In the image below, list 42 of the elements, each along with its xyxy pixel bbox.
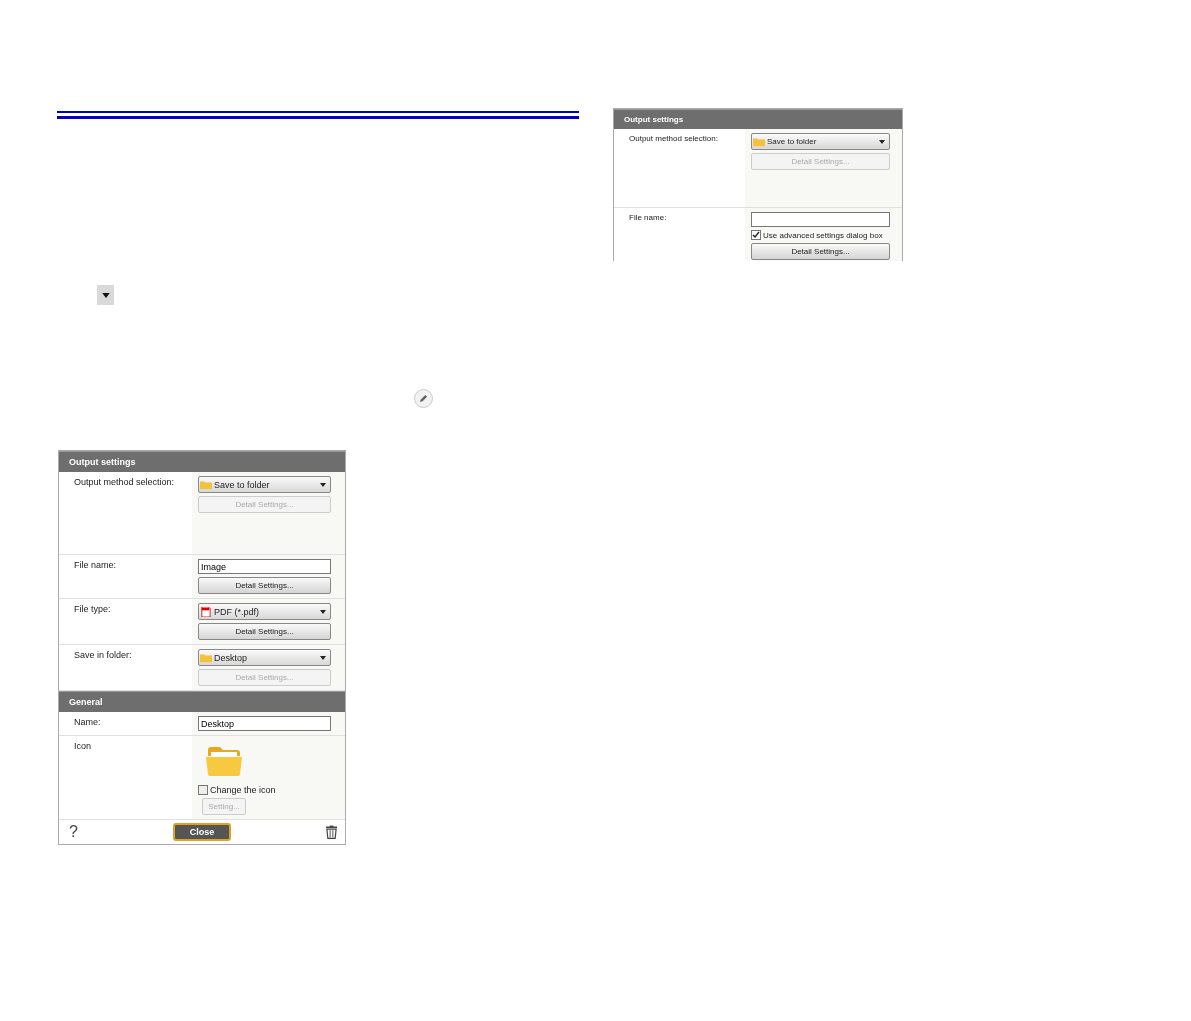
caret-icon: [320, 609, 326, 614]
document-icon: [200, 606, 212, 617]
field-label: Icon: [74, 741, 91, 751]
field-label: File type:: [74, 604, 111, 614]
folder-icon: [753, 136, 765, 147]
dropdown[interactable]: Save to folder: [198, 476, 331, 493]
dropdown[interactable]: Desktop: [198, 649, 331, 666]
dropdown[interactable]: Save to folder: [751, 133, 890, 150]
checkbox[interactable]: [751, 230, 761, 240]
text-field[interactable]: Desktop: [198, 716, 331, 731]
pencil-icon: [414, 389, 433, 408]
folder-icon: [200, 479, 212, 490]
section-header: General: [59, 691, 345, 712]
dropdown-value: Desktop: [214, 652, 249, 663]
trash-icon[interactable]: [326, 825, 337, 839]
caret-icon: [320, 655, 326, 660]
dropdown-value: PDF (*.pdf): [214, 606, 260, 617]
folder-icon: [206, 746, 242, 776]
detail-settings-button[interactable]: Detail Settings...: [751, 243, 890, 260]
field-label: File name:: [629, 213, 667, 222]
dropdown-value: Save to folder: [214, 479, 271, 490]
caret-icon: [320, 482, 326, 487]
dropdown[interactable]: PDF (*.pdf): [198, 603, 331, 620]
detail-settings-button[interactable]: Detail Settings...: [198, 577, 331, 594]
checkbox-label: Use advanced settings dialog box: [763, 230, 883, 240]
field-label: Output method selection:: [629, 134, 718, 143]
section-header: Output settings: [614, 109, 902, 129]
text-field[interactable]: Image: [198, 559, 331, 574]
field-label: Save in folder:: [74, 650, 132, 660]
close-button[interactable]: Close: [172, 823, 231, 841]
folder-icon: [200, 652, 212, 663]
detail-settings-button[interactable]: Detail Settings...: [198, 623, 331, 640]
checkbox[interactable]: [198, 785, 208, 795]
field-label: Name:: [74, 717, 101, 727]
help-icon[interactable]: ?: [69, 823, 78, 841]
text-field[interactable]: [751, 212, 890, 227]
dropdown-value: Save to folder: [767, 137, 818, 146]
field-label: File name:: [74, 560, 117, 570]
checkbox-label: Change the icon: [210, 785, 276, 795]
caret-icon: [879, 139, 885, 144]
field-label: Output method selection:: [74, 477, 175, 487]
section-header: Output settings: [59, 451, 345, 472]
